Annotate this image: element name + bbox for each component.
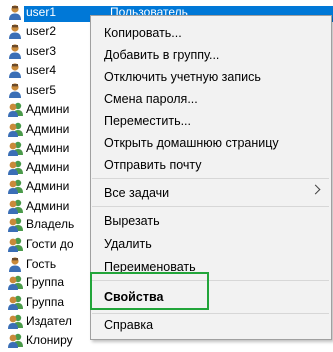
list-item-name: Админи bbox=[26, 199, 70, 213]
list-item-name: user2 bbox=[26, 24, 57, 38]
list-item-name: Гость bbox=[26, 257, 57, 271]
menu-separator bbox=[92, 206, 329, 207]
group-icon bbox=[7, 274, 25, 291]
menu-item-help[interactable]: Справка bbox=[104, 318, 153, 332]
list-item-name: Админи bbox=[26, 179, 70, 193]
group-icon bbox=[7, 216, 25, 233]
list-item-name: user1 bbox=[26, 5, 57, 19]
list-item-name: Владель bbox=[26, 217, 75, 231]
list-item-name: Гости до bbox=[26, 237, 74, 251]
group-icon bbox=[7, 294, 25, 311]
list-item-name: user3 bbox=[26, 44, 57, 58]
menu-item-reset-password[interactable]: Смена пароля... bbox=[104, 92, 198, 106]
group-icon bbox=[7, 236, 25, 253]
list-item-name: Группа bbox=[26, 295, 65, 309]
menu-item-add-to-group[interactable]: Добавить в группу... bbox=[104, 48, 219, 62]
list-item-name: user5 bbox=[26, 83, 57, 97]
user-icon bbox=[7, 62, 25, 79]
list-item-name: Клониру bbox=[26, 333, 73, 347]
list-item-name: user4 bbox=[26, 63, 57, 77]
group-icon bbox=[7, 121, 25, 138]
user-icon bbox=[7, 82, 25, 99]
group-icon bbox=[7, 313, 25, 330]
list-item-name: Админи bbox=[26, 141, 70, 155]
menu-item-copy[interactable]: Копировать... bbox=[104, 26, 182, 40]
list-item-name: Админи bbox=[26, 122, 70, 136]
user-icon bbox=[7, 43, 25, 60]
chevron-right-icon bbox=[310, 184, 321, 195]
group-icon bbox=[7, 101, 25, 118]
menu-item-move[interactable]: Переместить... bbox=[104, 114, 191, 128]
menu-item-open-home-page[interactable]: Открыть домашнюю страницу bbox=[104, 136, 279, 150]
group-icon bbox=[7, 332, 25, 349]
group-icon bbox=[7, 178, 25, 195]
menu-item-all-tasks[interactable]: Все задачи bbox=[104, 186, 169, 200]
list-item-name: Издател bbox=[26, 314, 72, 328]
menu-separator bbox=[92, 313, 329, 314]
menu-item-cut[interactable]: Вырезать bbox=[104, 214, 160, 228]
user-icon bbox=[7, 4, 25, 21]
list-item-name: Админи bbox=[26, 102, 70, 116]
list-item-name: Группа bbox=[26, 275, 65, 289]
properties-highlight-frame bbox=[90, 272, 209, 310]
menu-item-send-mail[interactable]: Отправить почту bbox=[104, 158, 202, 172]
user-icon bbox=[7, 256, 25, 273]
menu-item-disable-account[interactable]: Отключить учетную запись bbox=[104, 70, 261, 84]
menu-item-delete[interactable]: Удалить bbox=[104, 237, 152, 251]
group-icon bbox=[7, 140, 25, 157]
list-item-name: Админи bbox=[26, 160, 70, 174]
group-icon bbox=[7, 198, 25, 215]
user-icon bbox=[7, 23, 25, 40]
menu-separator bbox=[92, 178, 329, 179]
group-icon bbox=[7, 159, 25, 176]
